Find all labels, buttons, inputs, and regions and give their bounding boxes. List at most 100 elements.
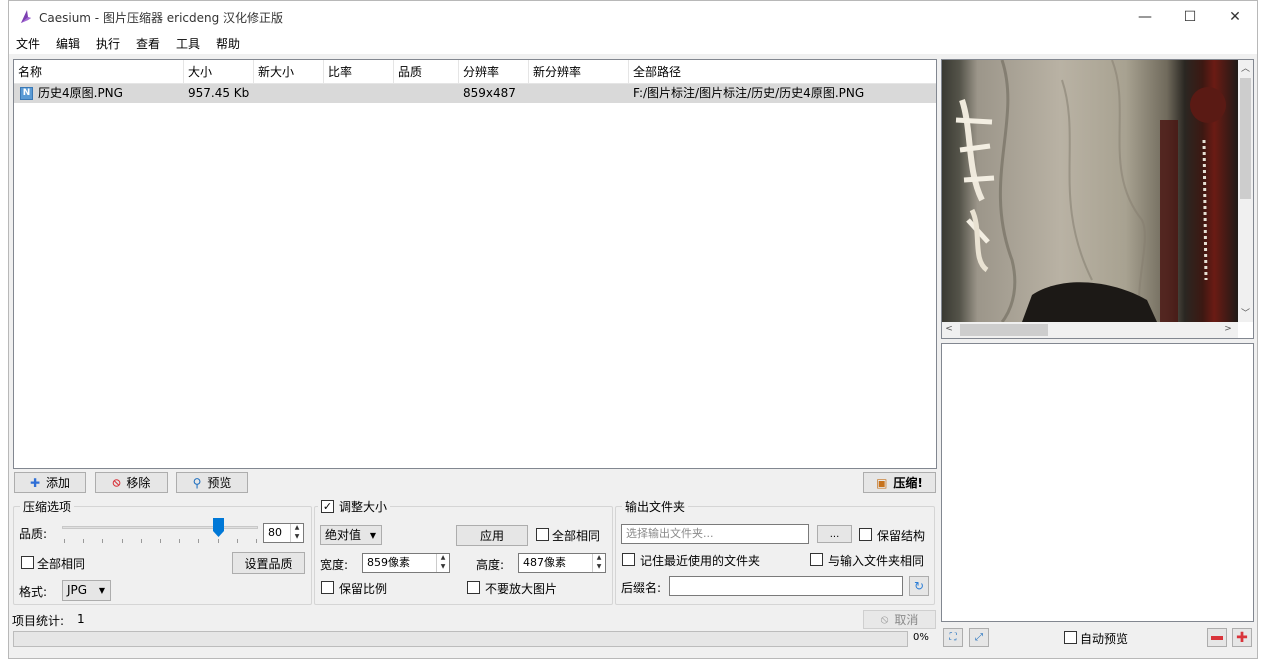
resize-group-title: 调整大小	[339, 500, 388, 514]
title-bar: Caesium - 图片压缩器 ericdeng 汉化修正版 — ☐ ✕	[9, 1, 1257, 32]
zoom-out-button[interactable]	[1207, 628, 1227, 647]
compress-button[interactable]: ▣ 压缩!	[863, 472, 936, 493]
menu-help[interactable]: 帮助	[216, 35, 240, 52]
column-header-size[interactable]: 大小	[184, 60, 254, 84]
maximize-button[interactable]: ☐	[1167, 1, 1213, 32]
resize-enable-checkbox[interactable]: ✓	[321, 500, 334, 513]
browse-folder-button[interactable]: ...	[817, 525, 852, 543]
menu-run[interactable]: 执行	[96, 35, 120, 52]
menu-edit[interactable]: 编辑	[56, 35, 80, 52]
slider-tick	[236, 539, 238, 543]
quality-same-all-checkbox[interactable]	[21, 556, 34, 569]
set-quality-button[interactable]: 设置品质	[232, 552, 305, 574]
column-header-new-size[interactable]: 新大小	[254, 60, 324, 84]
cancel-button[interactable]: ⦸ 取消	[863, 610, 936, 629]
magnifier-icon: ⚲	[192, 475, 202, 490]
format-value: JPG	[67, 583, 88, 597]
table-header: 名称 大小 新大小 比率 品质 分辨率 新分辨率 全部路径	[14, 60, 936, 84]
width-label: 宽度:	[320, 558, 349, 572]
format-label: 格式:	[19, 585, 48, 599]
remove-button[interactable]: ⦸ 移除	[95, 472, 168, 493]
add-button[interactable]: ✚ 添加	[14, 472, 86, 493]
remember-last-label: 记住最近使用的文件夹	[640, 554, 761, 568]
auto-preview-checkbox[interactable]	[1064, 631, 1077, 644]
cell-size: 957.45 Kb	[188, 86, 250, 100]
no-entry-icon: ⦸	[880, 612, 889, 626]
menu-view[interactable]: 查看	[136, 35, 160, 52]
chevron-down-icon[interactable]: ﹀	[1238, 306, 1253, 319]
image-file-icon: N	[20, 87, 33, 100]
slider-tick	[83, 539, 85, 543]
preview-button-label: 预览	[207, 476, 232, 490]
quality-spin-arrows[interactable]: ▲ ▼	[290, 524, 303, 542]
chevron-down-icon: ▼	[369, 531, 376, 540]
same-as-input-checkbox[interactable]	[810, 553, 823, 566]
quality-slider-track[interactable]	[62, 526, 258, 529]
plus-icon: ✚	[29, 475, 41, 490]
keep-ratio-checkbox[interactable]	[321, 581, 334, 594]
minus-icon	[1211, 635, 1223, 640]
keep-ratio-label: 保留比例	[339, 582, 388, 596]
column-header-resolution[interactable]: 分辨率	[459, 60, 529, 84]
horizontal-scroll-thumb[interactable]	[960, 324, 1048, 336]
suffix-label: 后缀名:	[621, 581, 662, 595]
resize-mode-dropdown[interactable]: 绝对值 ▼	[320, 525, 382, 545]
slider-tick	[102, 539, 104, 543]
preview-vertical-scrollbar[interactable]: ︿ ﹀	[1238, 60, 1253, 322]
slider-tick	[64, 539, 65, 543]
compress-icon: ▣	[876, 475, 888, 490]
column-header-name[interactable]: 名称	[14, 60, 184, 84]
height-spin-arrows[interactable]: ▲ ▼	[592, 554, 605, 572]
resize-same-all-checkbox[interactable]	[536, 528, 549, 541]
compressed-preview-pane[interactable]	[941, 343, 1254, 622]
image-preview-pane[interactable]: ︿ ﹀ < >	[941, 59, 1254, 339]
suffix-input[interactable]	[669, 576, 903, 596]
app-window: Caesium - 图片压缩器 ericdeng 汉化修正版 — ☐ ✕ 文件 …	[8, 0, 1258, 659]
refresh-icon[interactable]: ↻	[909, 576, 929, 596]
caesium-logo-icon	[21, 10, 31, 23]
minimize-button[interactable]: —	[1122, 1, 1168, 32]
quality-slider-ticks	[64, 539, 257, 543]
width-spin-arrows[interactable]: ▲ ▼	[436, 554, 449, 572]
quality-spinbox[interactable]: 80 ▲ ▼	[263, 523, 304, 543]
quality-value: 80	[268, 526, 282, 539]
close-button[interactable]: ✕	[1212, 1, 1258, 32]
apply-button[interactable]: 应用	[456, 525, 528, 546]
chevron-up-icon[interactable]: ︿	[1238, 61, 1253, 74]
output-folder-input[interactable]: 选择输出文件夹...	[621, 524, 809, 544]
width-spinbox[interactable]: 859像素 ▲ ▼	[362, 553, 450, 573]
menu-file[interactable]: 文件	[16, 35, 40, 52]
cell-new-resolution	[529, 84, 629, 103]
column-header-quality[interactable]: 品质	[394, 60, 459, 84]
resize-same-all-label: 全部相同	[552, 529, 601, 543]
same-as-input-label: 与输入文件夹相同	[828, 554, 925, 568]
progress-bar	[13, 631, 908, 647]
column-header-ratio[interactable]: 比率	[324, 60, 394, 84]
height-spinbox[interactable]: 487像素 ▲ ▼	[518, 553, 606, 573]
fit-view-icon[interactable]: ⛶	[943, 628, 963, 647]
preview-image-art	[955, 60, 1226, 322]
table-row[interactable]: N 历史4原图.PNG 957.45 Kb 859x487 F:/图片标注/图片…	[14, 84, 936, 103]
file-list[interactable]: 名称 大小 新大小 比率 品质 分辨率 新分辨率 全部路径 N 历史4原图.PN…	[13, 59, 937, 469]
chevron-right-icon[interactable]: >	[1223, 324, 1233, 334]
menu-bar: 文件 编辑 执行 查看 工具 帮助	[9, 32, 1257, 54]
column-header-new-resolution[interactable]: 新分辨率	[529, 60, 629, 84]
remember-last-checkbox[interactable]	[622, 553, 635, 566]
chevron-left-icon[interactable]: <	[944, 324, 954, 334]
no-enlarge-checkbox[interactable]	[467, 581, 480, 594]
full-size-icon[interactable]: ⤢	[969, 628, 989, 647]
compress-button-label: 压缩!	[893, 476, 923, 490]
preview-horizontal-scrollbar[interactable]: < >	[942, 322, 1238, 338]
quality-slider-thumb[interactable]	[213, 518, 225, 537]
keep-structure-checkbox[interactable]	[859, 528, 872, 541]
column-header-full-path[interactable]: 全部路径	[629, 60, 936, 84]
format-dropdown[interactable]: JPG ▼	[62, 580, 111, 601]
vertical-scroll-thumb[interactable]	[1240, 78, 1251, 199]
menu-tools[interactable]: 工具	[176, 35, 200, 52]
slider-tick	[140, 539, 142, 543]
cell-name: 历史4原图.PNG	[38, 86, 123, 100]
quality-label: 品质:	[19, 527, 48, 541]
preview-button[interactable]: ⚲ 预览	[176, 472, 248, 493]
zoom-in-button[interactable]: ✚	[1232, 628, 1252, 647]
output-folder-title: 输出文件夹	[622, 498, 689, 515]
